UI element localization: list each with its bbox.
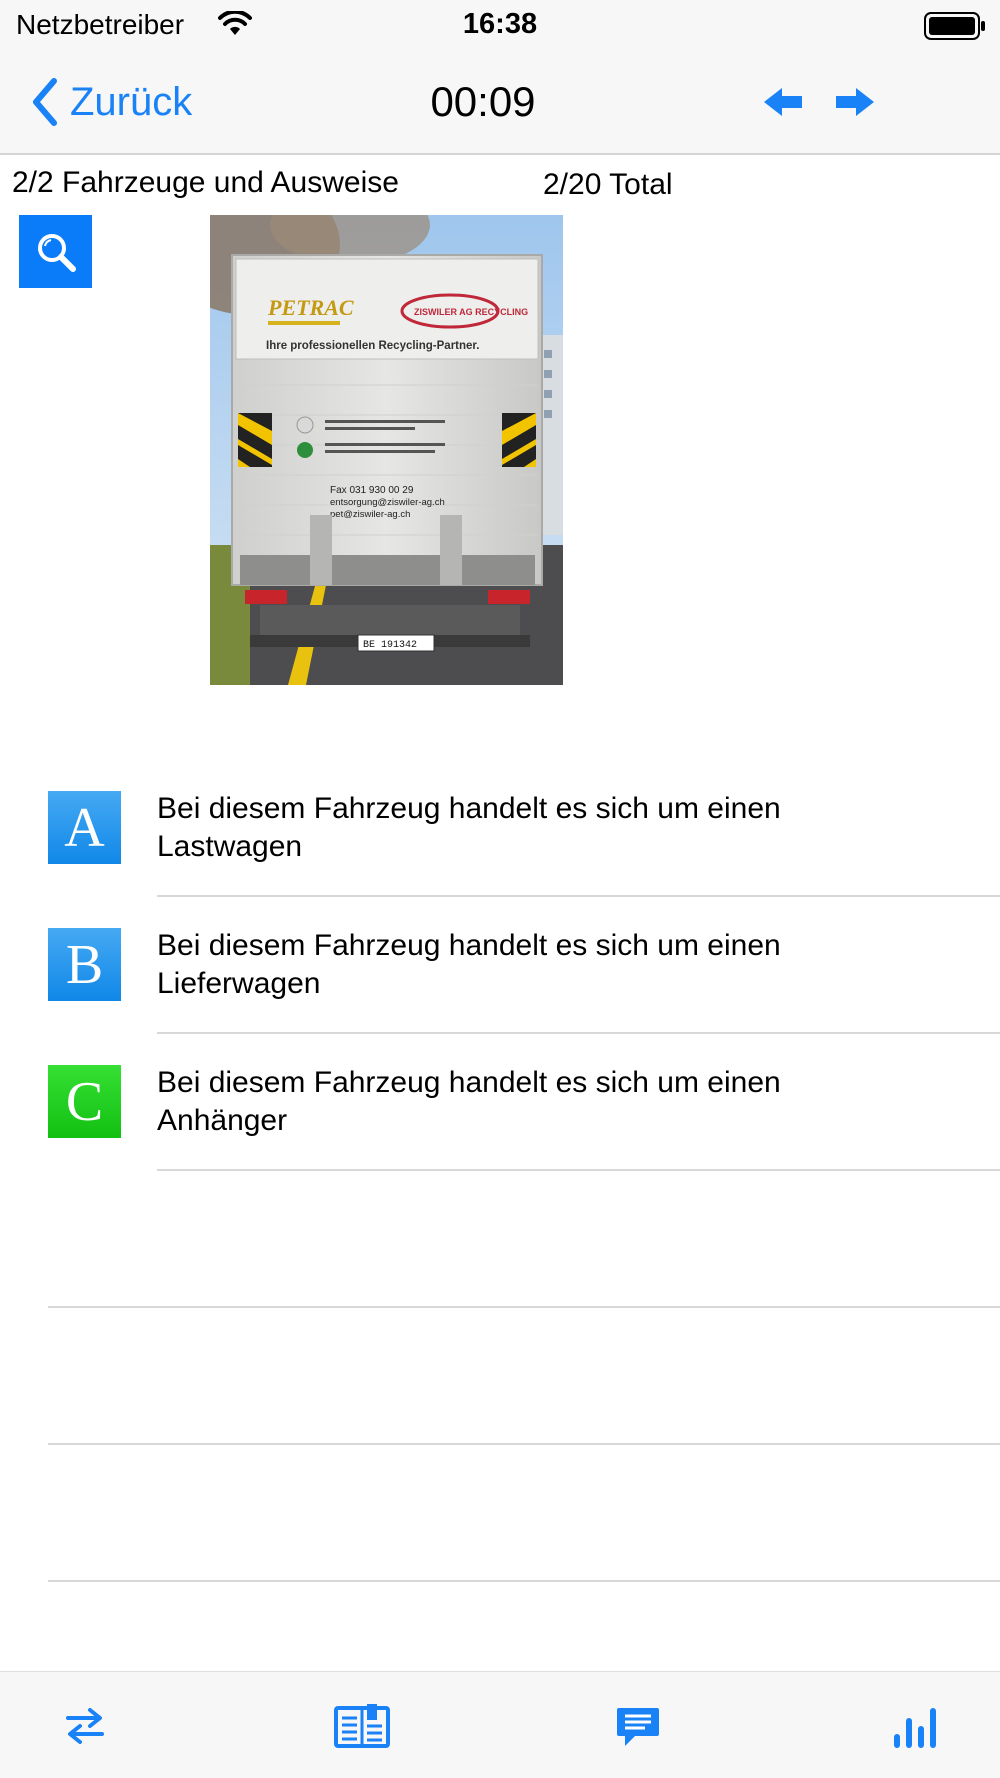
sign-partner: ZISWILER AG RECYCLING xyxy=(414,307,528,317)
answer-option-c[interactable]: C Bei diesem Fahrzeug handelt es sich um… xyxy=(0,1048,1000,1185)
stats-icon[interactable] xyxy=(890,1702,940,1750)
answer-text-c: Bei diesem Fahrzeug handelt es sich um e… xyxy=(157,1066,781,1137)
license-plate: BE 191342 xyxy=(363,640,417,651)
answer-divider xyxy=(157,1169,1000,1171)
swap-icon[interactable] xyxy=(60,1702,110,1750)
sign-fax: Fax 031 930 00 29 xyxy=(330,485,414,496)
empty-row-divider xyxy=(48,1443,1000,1445)
truck-photo-illustration: PETRAC ZISWILER AG RECYCLING Ihre profes… xyxy=(210,215,563,685)
question-progress: 2/2 Fahrzeuge und Ausweise xyxy=(12,166,399,199)
zoom-button[interactable] xyxy=(19,215,92,288)
answer-divider xyxy=(157,895,1000,897)
answer-option-a[interactable]: A Bei diesem Fahrzeug handelt es sich um… xyxy=(0,774,1000,911)
sign-brand: PETRAC xyxy=(267,295,354,320)
answer-letter-c: C xyxy=(48,1065,121,1138)
chat-icon[interactable] xyxy=(615,1702,661,1750)
magnifier-icon xyxy=(37,233,76,272)
total-progress: 2/20 Total xyxy=(543,168,673,201)
question-photo: PETRAC ZISWILER AG RECYCLING Ihre profes… xyxy=(210,215,563,685)
battery-icon xyxy=(924,12,985,40)
book-icon[interactable] xyxy=(333,1702,391,1750)
answer-text-b: Bei diesem Fahrzeug handelt es sich um e… xyxy=(157,929,781,1000)
answer-letter-a: A xyxy=(48,791,121,864)
quiz-timer: 00:09 xyxy=(430,78,536,125)
answer-letter-b: B xyxy=(48,928,121,1001)
answer-divider xyxy=(157,1032,1000,1034)
bottom-toolbar xyxy=(0,1671,1000,1778)
empty-row-divider xyxy=(48,1580,1000,1582)
arrow-right-icon[interactable] xyxy=(834,86,876,118)
empty-row-divider xyxy=(48,1306,1000,1308)
sign-email-2: pet@ziswiler-ag.ch xyxy=(330,509,410,520)
arrow-left-icon[interactable] xyxy=(762,86,804,118)
status-time: 16:38 xyxy=(462,8,538,40)
answer-option-b[interactable]: B Bei diesem Fahrzeug handelt es sich um… xyxy=(0,911,1000,1048)
status-bar: Netzbetreiber 16:38 xyxy=(0,0,1000,50)
navigation-bar: Zurück 00:09 xyxy=(0,50,1000,155)
sign-email-1: entsorgung@ziswiler-ag.ch xyxy=(330,497,445,508)
sign-tagline: Ihre professionellen Recycling-Partner. xyxy=(266,340,479,352)
answer-text-a: Bei diesem Fahrzeug handelt es sich um e… xyxy=(157,792,781,863)
